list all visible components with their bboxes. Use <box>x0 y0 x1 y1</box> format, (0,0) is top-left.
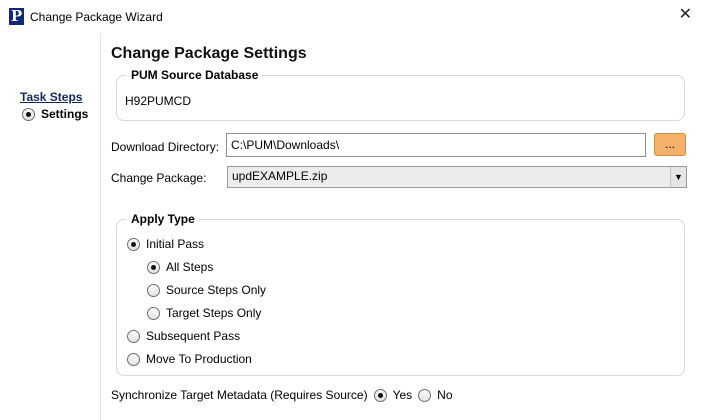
task-step-radio[interactable] <box>22 107 35 121</box>
wizard-content: Task Steps Settings Change Package Setti… <box>0 33 704 420</box>
pum-source-value: H92PUMCD <box>125 94 192 108</box>
sync-yes-radio[interactable] <box>373 388 387 402</box>
radio-button[interactable] <box>127 352 140 366</box>
apply-type-legend: Apply Type <box>127 212 199 226</box>
radio-target-steps-only[interactable]: Target Steps Only <box>147 306 261 320</box>
radio-initial-pass[interactable]: Initial Pass <box>127 237 204 251</box>
title-bar: P Change Package Wizard ✕ <box>0 0 704 33</box>
sync-no-label: No <box>437 388 453 402</box>
radio-button[interactable] <box>147 260 160 274</box>
pum-source-legend: PUM Source Database <box>127 68 263 82</box>
radio-label: Source Steps Only <box>166 283 267 297</box>
radio-label: Target Steps Only <box>166 306 262 320</box>
change-package-select[interactable]: updEXAMPLE.zip ▼ <box>227 166 687 188</box>
radio-button[interactable] <box>147 306 160 320</box>
peoplesoft-app-icon: P <box>9 7 24 25</box>
download-directory-input[interactable] <box>226 133 646 157</box>
sync-no-radio[interactable] <box>418 388 432 402</box>
task-steps-heading: Task Steps <box>20 90 83 104</box>
browse-button[interactable]: ... <box>654 133 686 156</box>
radio-source-steps-only[interactable]: Source Steps Only <box>147 283 266 297</box>
change-package-value: updEXAMPLE.zip <box>232 169 328 183</box>
page-title: Change Package Settings <box>111 45 307 62</box>
synchronize-label: Synchronize Target Metadata (Requires So… <box>111 388 368 402</box>
radio-move-to-production[interactable]: Move To Production <box>127 352 252 366</box>
radio-button[interactable] <box>127 329 140 343</box>
radio-label: Initial Pass <box>146 237 205 251</box>
sync-yes-label: Yes <box>392 388 413 402</box>
radio-all-steps[interactable]: All Steps <box>147 260 213 274</box>
radio-label: All Steps <box>166 260 214 274</box>
change-package-label: Change Package: <box>111 171 207 185</box>
radio-button[interactable] <box>147 283 160 297</box>
synchronize-target-metadata: Synchronize Target Metadata (Requires So… <box>111 388 453 402</box>
download-directory-label: Download Directory: <box>111 140 220 154</box>
task-step-label: Settings <box>41 107 89 121</box>
close-icon[interactable]: ✕ <box>679 7 692 23</box>
radio-label: Subsequent Pass <box>146 329 241 343</box>
task-step-settings[interactable]: Settings <box>22 107 88 121</box>
panel-divider <box>100 33 101 420</box>
window-title: Change Package Wizard <box>30 10 163 24</box>
radio-subsequent-pass[interactable]: Subsequent Pass <box>127 329 240 343</box>
radio-button[interactable] <box>127 237 140 251</box>
radio-label: Move To Production <box>146 352 252 366</box>
task-steps-panel: Task Steps Settings <box>0 33 100 420</box>
pum-source-group: PUM Source Database H92PUMCD <box>116 68 685 121</box>
apply-type-group: Apply Type Initial Pass All Steps Source… <box>116 212 685 376</box>
chevron-down-icon[interactable]: ▼ <box>670 167 686 187</box>
